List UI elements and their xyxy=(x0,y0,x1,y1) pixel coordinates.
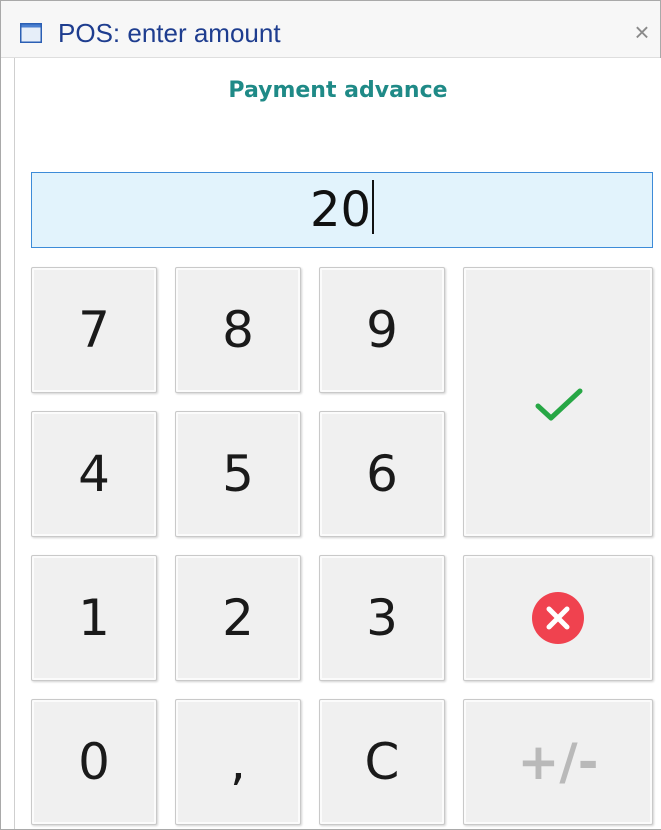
cancel-icon xyxy=(532,592,584,644)
key-sign-toggle[interactable]: +/- xyxy=(463,699,653,825)
window-title: POS: enter amount xyxy=(58,18,281,48)
key-9[interactable]: 9 xyxy=(319,267,445,393)
key-0[interactable]: 0 xyxy=(31,699,157,825)
key-6[interactable]: 6 xyxy=(319,411,445,537)
amount-value: 20 xyxy=(309,182,372,238)
cancel-button[interactable] xyxy=(463,555,653,681)
key-2[interactable]: 2 xyxy=(175,555,301,681)
key-4[interactable]: 4 xyxy=(31,411,157,537)
pos-amount-dialog: POS: enter amount × Payment advance 20 7… xyxy=(0,0,661,830)
key-7[interactable]: 7 xyxy=(31,267,157,393)
close-button[interactable]: × xyxy=(629,19,655,45)
title-bar[interactable]: POS: enter amount × xyxy=(1,1,660,58)
key-5[interactable]: 5 xyxy=(175,411,301,537)
key-8[interactable]: 8 xyxy=(175,267,301,393)
key-1[interactable]: 1 xyxy=(31,555,157,681)
amount-input[interactable]: 20 xyxy=(31,172,653,248)
checkmark-icon xyxy=(535,388,583,421)
key-clear[interactable]: C xyxy=(319,699,445,825)
dialog-body: Payment advance 20 7 8 9 4 5 6 1 2 3 0 ,… xyxy=(14,58,661,829)
window-icon xyxy=(20,23,42,43)
text-caret xyxy=(372,180,375,234)
key-comma[interactable]: , xyxy=(175,699,301,825)
dialog-heading: Payment advance xyxy=(228,78,448,103)
confirm-button[interactable] xyxy=(463,267,653,537)
key-3[interactable]: 3 xyxy=(319,555,445,681)
